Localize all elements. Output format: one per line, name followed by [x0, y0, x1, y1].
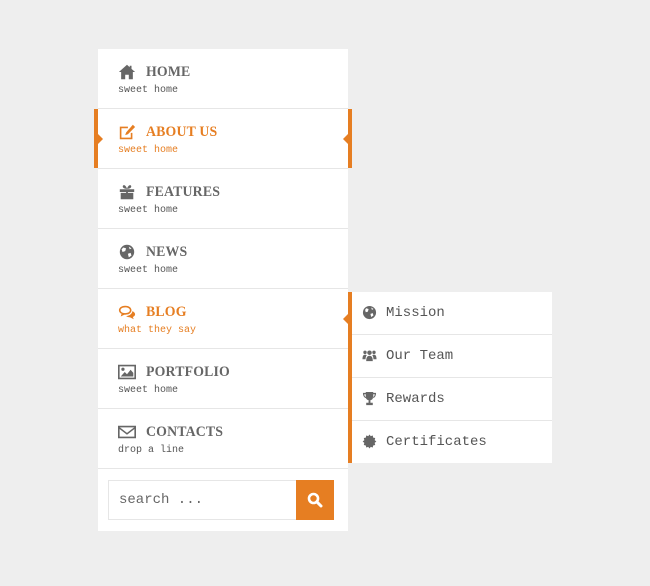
submenu-item-label: Our Team — [386, 348, 454, 364]
menu-item-subtitle: what they say — [118, 325, 197, 336]
search-form — [98, 469, 348, 531]
submenu-item-our-team[interactable]: Our Team — [352, 335, 552, 378]
menu-item-subtitle: sweet home — [118, 385, 179, 396]
menu-item-title: PORTFOLIO — [146, 363, 230, 380]
submenu-item-label: Certificates — [386, 434, 487, 450]
submenu-item-label: Rewards — [386, 391, 445, 407]
globe-icon — [362, 305, 378, 321]
active-indicator-bar — [348, 109, 352, 168]
globe-icon — [117, 243, 137, 261]
menu-item-blog[interactable]: BLOG what they say — [98, 289, 348, 349]
menu-item-title: CONTACTS — [146, 423, 224, 440]
menu-item-home[interactable]: HOME sweet home — [98, 49, 348, 109]
gift-icon — [117, 183, 137, 201]
menu-item-news[interactable]: NEWS sweet home — [98, 229, 348, 289]
envelope-icon — [117, 423, 137, 441]
menu-item-title: HOME — [146, 63, 191, 80]
menu-item-subtitle: sweet home — [118, 85, 179, 96]
comments-icon — [117, 303, 137, 321]
submenu-item-rewards[interactable]: Rewards — [352, 378, 552, 421]
group-icon — [362, 348, 378, 364]
search-button[interactable] — [296, 480, 334, 520]
search-input[interactable] — [108, 480, 296, 520]
menu-item-subtitle: drop a line — [118, 445, 185, 456]
active-indicator-arrow — [343, 134, 348, 144]
certificate-icon — [362, 434, 378, 450]
submenu-item-certificates[interactable]: Certificates — [352, 421, 552, 463]
menu-item-title: ABOUT US — [146, 123, 218, 140]
main-menu: HOME sweet home ABOUT US sweet home FEAT… — [94, 49, 352, 531]
menu-item-title: FEATURES — [146, 183, 221, 200]
picture-icon — [117, 363, 137, 381]
menu-item-subtitle: sweet home — [118, 145, 179, 156]
search-icon — [307, 492, 323, 508]
home-icon — [117, 63, 137, 81]
menu-item-title: NEWS — [146, 243, 188, 260]
submenu-item-label: Mission — [386, 305, 445, 321]
edit-icon — [117, 123, 137, 141]
menu-item-portfolio[interactable]: PORTFOLIO sweet home — [98, 349, 348, 409]
menu-item-contacts[interactable]: CONTACTS drop a line — [98, 409, 348, 469]
submenu-item-mission[interactable]: Mission — [352, 292, 552, 335]
menu-item-subtitle: sweet home — [118, 205, 179, 216]
trophy-icon — [362, 391, 378, 407]
menu-item-features[interactable]: FEATURES sweet home — [98, 169, 348, 229]
menu-item-about-us[interactable]: ABOUT US sweet home — [94, 109, 352, 169]
blog-submenu: Mission Our Team Rewards Certificates — [348, 292, 552, 463]
menu-item-title: BLOG — [146, 303, 187, 320]
menu-item-subtitle: sweet home — [118, 265, 179, 276]
